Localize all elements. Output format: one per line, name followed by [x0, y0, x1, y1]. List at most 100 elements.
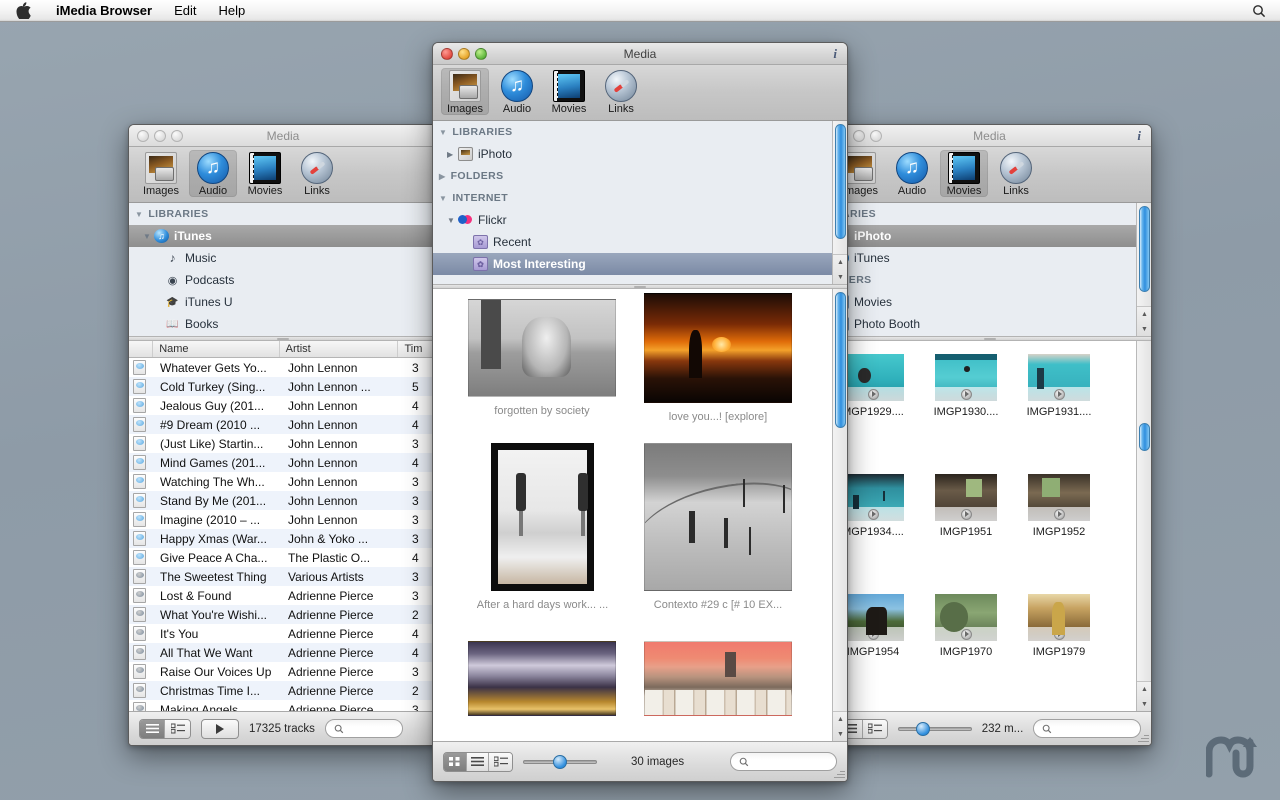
sidebar-group-folders[interactable]: LDERS — [828, 269, 1151, 291]
movie-thumbnail[interactable] — [842, 594, 904, 641]
tab-movies[interactable]: Movies — [545, 68, 593, 115]
detail-view-icon[interactable] — [489, 753, 512, 771]
table-row[interactable]: Happy Xmas (War...John & Yoko ...3 — [129, 529, 437, 548]
play-icon[interactable] — [961, 509, 972, 520]
menu-app-name[interactable]: iMedia Browser — [45, 0, 163, 22]
sidebar-item-recent[interactable]: Recent — [433, 231, 847, 253]
table-row[interactable]: Imagine (2010 – ...John Lennon3 — [129, 510, 437, 529]
tab-movies[interactable]: Movies — [940, 150, 988, 197]
zoom-button[interactable] — [475, 48, 487, 60]
audio-search-input[interactable] — [325, 719, 403, 738]
table-row[interactable]: It's YouAdrienne Pierce4 — [129, 624, 437, 643]
play-icon[interactable] — [868, 509, 879, 520]
scroll-down-icon[interactable]: ▼ — [833, 270, 847, 284]
movies-resize-grip[interactable] — [1136, 730, 1149, 743]
photo-thumbnail[interactable] — [468, 299, 616, 397]
sidebar-item-photo-booth[interactable]: Photo Booth — [828, 313, 1151, 335]
menu-item-help[interactable]: Help — [208, 0, 257, 22]
tab-links[interactable]: Links — [293, 150, 341, 197]
track-table-header[interactable]: Name Artist Tim — [129, 341, 437, 358]
list-view-icon[interactable] — [467, 753, 490, 771]
slider-knob[interactable] — [553, 755, 567, 769]
table-row[interactable]: Raise Our Voices UpAdrienne Pierce3 — [129, 662, 437, 681]
media-window-titlebar[interactable]: Media i — [433, 43, 847, 65]
media-resize-grip[interactable] — [832, 766, 845, 779]
movies-window-toolbar[interactable]: Images Audio Movies Links — [828, 147, 1151, 203]
photo-thumbnail[interactable] — [644, 293, 792, 403]
info-icon[interactable]: i — [833, 46, 837, 62]
photo-thumbnail[interactable] — [644, 443, 792, 591]
scroll-up-icon[interactable]: ▲ — [1137, 682, 1151, 697]
tab-audio[interactable]: Audio — [888, 150, 936, 197]
scrollbar-arrows[interactable]: ▲ ▼ — [833, 254, 847, 284]
disclosure-triangle-icon[interactable]: ▼ — [135, 210, 143, 219]
table-row[interactable]: (Just Like) Startin...John Lennon3 — [129, 434, 437, 453]
table-row[interactable]: Watching The Wh...John Lennon3 — [129, 472, 437, 491]
detail-view-icon[interactable] — [863, 720, 887, 738]
movies-bottom-bar[interactable]: 232 m... — [828, 711, 1151, 745]
sidebar-item-itunes[interactable]: iTunes — [828, 247, 1151, 269]
info-icon[interactable]: i — [1137, 128, 1141, 144]
scrollbar-thumb[interactable] — [1139, 206, 1150, 292]
slider-knob[interactable] — [916, 722, 930, 736]
column-artist[interactable]: Artist — [280, 341, 399, 357]
zoom-button[interactable] — [171, 130, 183, 142]
sidebar-group-libraries[interactable]: RARIES — [828, 203, 1151, 225]
sidebar-item-flickr[interactable]: ▼ Flickr — [433, 209, 847, 231]
photo-thumbnail[interactable] — [491, 443, 594, 591]
play-icon[interactable] — [961, 389, 972, 400]
disclosure-triangle-icon[interactable]: ▼ — [439, 128, 447, 137]
table-row[interactable]: Christmas Time I...Adrienne Pierce2 — [129, 681, 437, 700]
photo-cell[interactable] — [644, 641, 792, 716]
photo-cell[interactable]: After a hard days work... ... — [491, 443, 594, 611]
movie-thumbnail[interactable] — [842, 474, 904, 521]
audio-window-toolbar[interactable]: Images Audio Movies Links — [129, 147, 437, 203]
scroll-up-icon[interactable]: ▲ — [833, 255, 847, 270]
movies-search-input[interactable] — [1033, 719, 1141, 738]
scroll-down-icon[interactable]: ▼ — [833, 727, 847, 741]
table-row[interactable]: Give Peace A Cha...The Plastic O...4 — [129, 548, 437, 567]
minimize-button[interactable] — [154, 130, 166, 142]
table-row[interactable]: The Sweetest ThingVarious Artists3 — [129, 567, 437, 586]
sidebar-item-most-interesting[interactable]: Most Interesting — [433, 253, 847, 275]
minimize-button[interactable] — [458, 48, 470, 60]
movies-window-titlebar[interactable]: Media i — [828, 125, 1151, 147]
photo-thumbnail[interactable] — [644, 641, 792, 716]
table-row[interactable]: Lost & FoundAdrienne Pierce3 — [129, 586, 437, 605]
movie-cell[interactable]: MGP1929.... — [842, 354, 904, 418]
play-icon[interactable] — [1054, 389, 1065, 400]
movie-thumbnail[interactable] — [1028, 474, 1090, 521]
table-row[interactable]: Cold Turkey (Sing...John Lennon ...5 — [129, 377, 437, 396]
zoom-button[interactable] — [870, 130, 882, 142]
disclosure-triangle-icon[interactable]: ▶ — [447, 150, 458, 159]
movie-cell[interactable]: IMGP1970 — [935, 594, 997, 658]
table-row[interactable]: All That We WantAdrienne Pierce4 — [129, 643, 437, 662]
column-icon[interactable] — [129, 341, 153, 357]
media-search-input[interactable] — [730, 752, 837, 771]
play-icon[interactable] — [961, 629, 972, 640]
audio-view-switcher[interactable] — [139, 719, 191, 739]
sidebar-group-libraries[interactable]: ▼ LIBRARIES — [433, 121, 847, 143]
audio-window-traffic-lights[interactable] — [129, 130, 183, 142]
media-window-traffic-lights[interactable] — [433, 48, 487, 60]
detail-view-icon[interactable] — [165, 720, 190, 738]
movie-thumbnail[interactable] — [935, 354, 997, 401]
menu-item-edit[interactable]: Edit — [163, 0, 207, 22]
audio-source-list[interactable]: ▼ LIBRARIES ▼ iTunes Music Podcasts iTun… — [129, 203, 437, 336]
scrollbar-arrows[interactable]: ▲ ▼ — [1137, 306, 1151, 336]
movies-media-window[interactable]: Media i Images Audio Movies Links RARIES… — [827, 124, 1152, 746]
disclosure-triangle-icon[interactable]: ▼ — [143, 232, 154, 241]
grid-view-icon[interactable] — [444, 753, 467, 771]
audio-window-titlebar[interactable]: Media — [129, 125, 437, 147]
movie-cell[interactable]: IMGP1979 — [1028, 594, 1090, 658]
play-icon[interactable] — [868, 389, 879, 400]
play-icon[interactable] — [1054, 629, 1065, 640]
scroll-down-icon[interactable]: ▼ — [1137, 322, 1151, 336]
media-sidebar-scrollbar[interactable]: ▲ ▼ — [832, 121, 847, 284]
play-icon[interactable] — [1054, 509, 1065, 520]
movies-grid-scrollbar[interactable]: ▲ ▼ — [1136, 341, 1151, 711]
apple-menu[interactable] — [0, 2, 45, 19]
table-row[interactable]: #9 Dream (2010 ...John Lennon4 — [129, 415, 437, 434]
sidebar-item-podcasts[interactable]: Podcasts — [129, 269, 437, 291]
movies-grid[interactable]: MGP1929....IMGP1930....IMGP1931....MGP19… — [828, 341, 1151, 711]
